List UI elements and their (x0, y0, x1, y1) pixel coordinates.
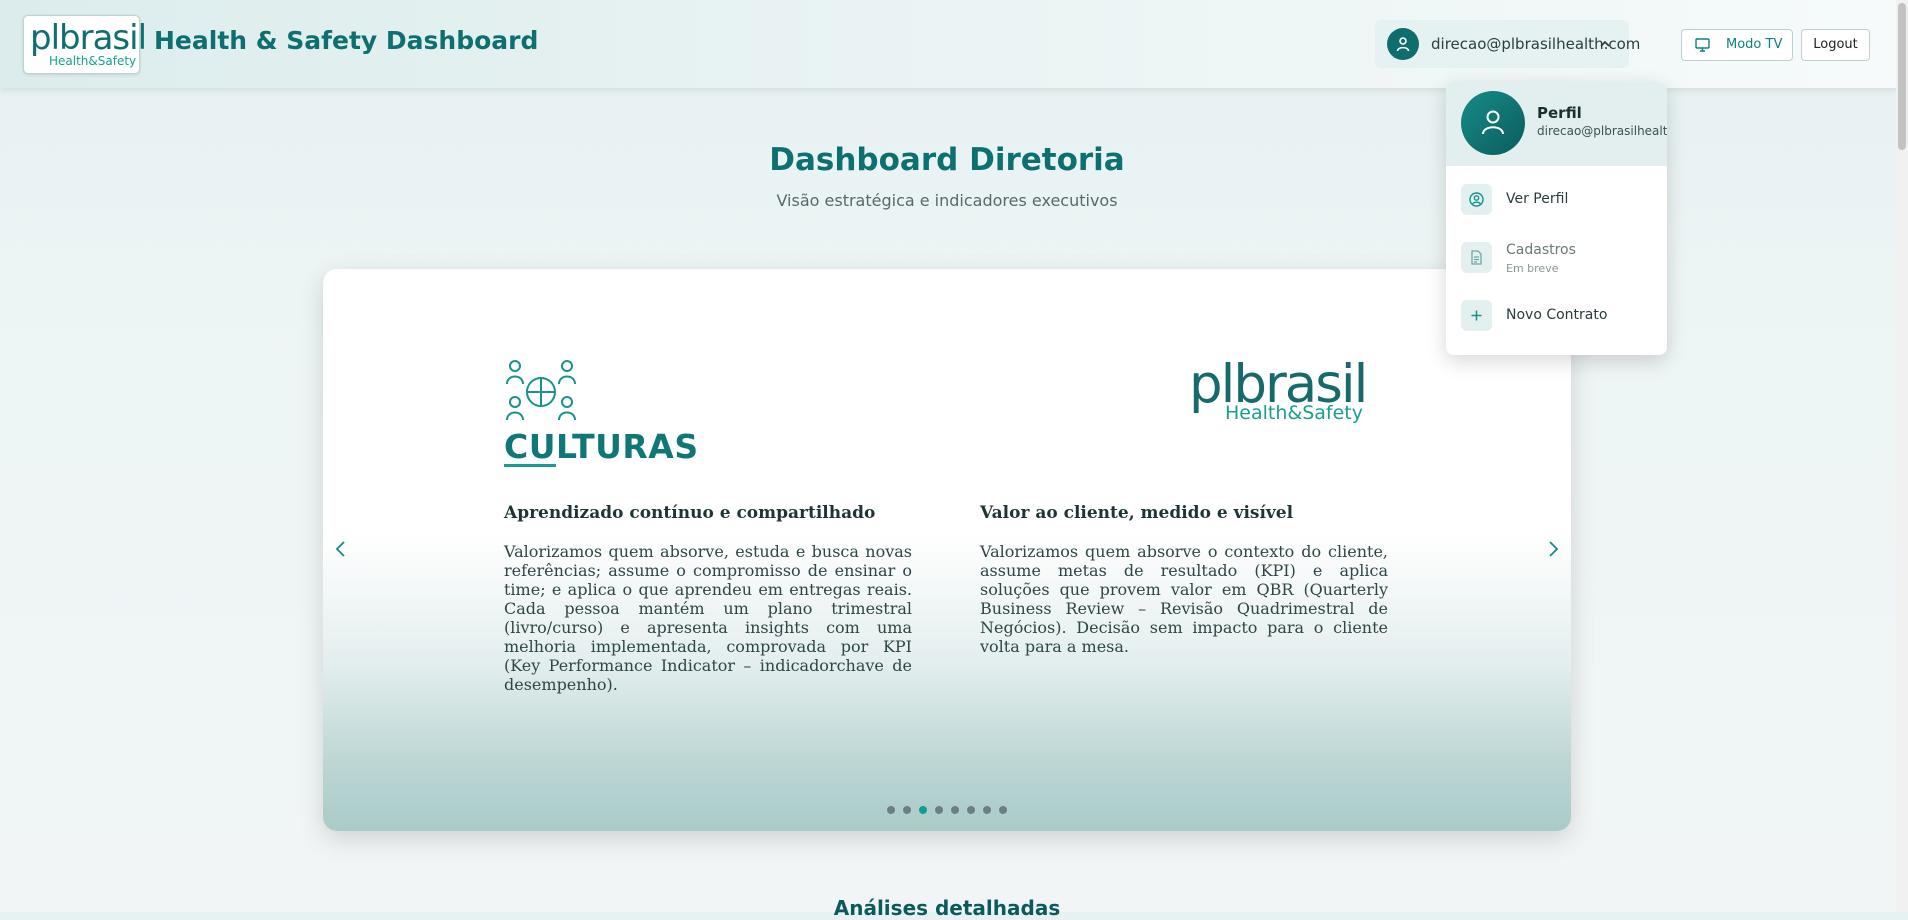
value-card-client: Valor ao cliente, medido e visível Valor… (980, 503, 1388, 656)
team-puzzle-icon (506, 360, 576, 421)
monitor-icon (1695, 38, 1710, 52)
carousel-dot[interactable] (935, 806, 943, 814)
menu-item-registrations: Cadastros Em breve (1446, 234, 1667, 282)
logo-wordmark: plbrasil (30, 18, 147, 58)
profile-name: Perfil (1537, 104, 1582, 122)
coming-soon-label: Em breve (1506, 262, 1559, 275)
value-heading: Valor ao cliente, medido e visível (980, 503, 1294, 523)
slide-title: CULTURAS (504, 427, 699, 466)
menu-item-label: Novo Contrato (1506, 307, 1608, 323)
menu-item-view-profile[interactable]: Ver Perfil (1446, 176, 1667, 224)
tv-mode-label: Modo TV (1726, 37, 1783, 52)
document-icon (1461, 242, 1492, 273)
profile-email: direcao@plbrasilhealth.com (1537, 124, 1667, 138)
top-bar: plbrasil Health&Safety Health & Safety D… (0, 0, 1898, 88)
carousel-dot[interactable] (951, 806, 959, 814)
culture-carousel: CULTURAS plbrasil Health&Safety Aprendiz… (323, 269, 1571, 831)
logo-tagline: Health&Safety (49, 54, 137, 68)
user-menu-toggle[interactable]: direcao@plbrasilhealth.com (1375, 20, 1640, 68)
value-heading: Aprendizado contínuo e compartilhado (504, 503, 876, 523)
profile-avatar (1461, 91, 1525, 155)
tv-mode-button[interactable]: Modo TV (1681, 29, 1793, 61)
value-text: Valorizamos quem absorve o contexto do c… (980, 542, 1388, 656)
profile-header: Perfil direcao@plbrasilhealth.com (1446, 82, 1667, 166)
menu-item-label: Cadastros (1506, 242, 1576, 258)
carousel-dot[interactable] (999, 806, 1007, 814)
chevron-up-icon (1600, 40, 1610, 47)
title-underline (504, 464, 556, 467)
carousel-dot[interactable] (903, 806, 911, 814)
value-card-learning: Aprendizado contínuo e compartilhado Val… (504, 503, 912, 694)
avatar (1387, 28, 1419, 60)
carousel-dot[interactable] (967, 806, 975, 814)
menu-item-new-contract[interactable]: Novo Contrato (1446, 292, 1667, 340)
logout-button[interactable]: Logout (1801, 29, 1870, 61)
carousel-dot[interactable] (919, 806, 927, 814)
brand-tagline: Health&Safety (1225, 402, 1363, 424)
chevron-left-icon[interactable] (331, 539, 351, 559)
page-scrollbar[interactable] (1896, 0, 1908, 912)
menu-item-label: Ver Perfil (1506, 191, 1569, 207)
carousel-dot[interactable] (983, 806, 991, 814)
user-dropdown-menu: Perfil direcao@plbrasilhealth.com Ver Pe… (1446, 82, 1667, 355)
brand-logo: plbrasil Health&Safety (1189, 354, 1389, 424)
app-title: Health & Safety Dashboard (154, 26, 539, 55)
value-text: Valorizamos quem absorve, estuda e busca… (504, 542, 912, 694)
logout-label: Logout (1813, 37, 1858, 52)
user-icon (1396, 37, 1410, 52)
user-circle-icon (1461, 184, 1492, 215)
carousel-dot[interactable] (887, 806, 895, 814)
section-heading: Análises detalhadas (833, 896, 1061, 920)
plus-icon (1461, 300, 1492, 331)
company-logo[interactable]: plbrasil Health&Safety (23, 15, 147, 74)
scrollbar-thumb[interactable] (1898, 3, 1906, 150)
user-icon (1482, 110, 1504, 135)
chevron-right-icon[interactable] (1543, 539, 1563, 559)
